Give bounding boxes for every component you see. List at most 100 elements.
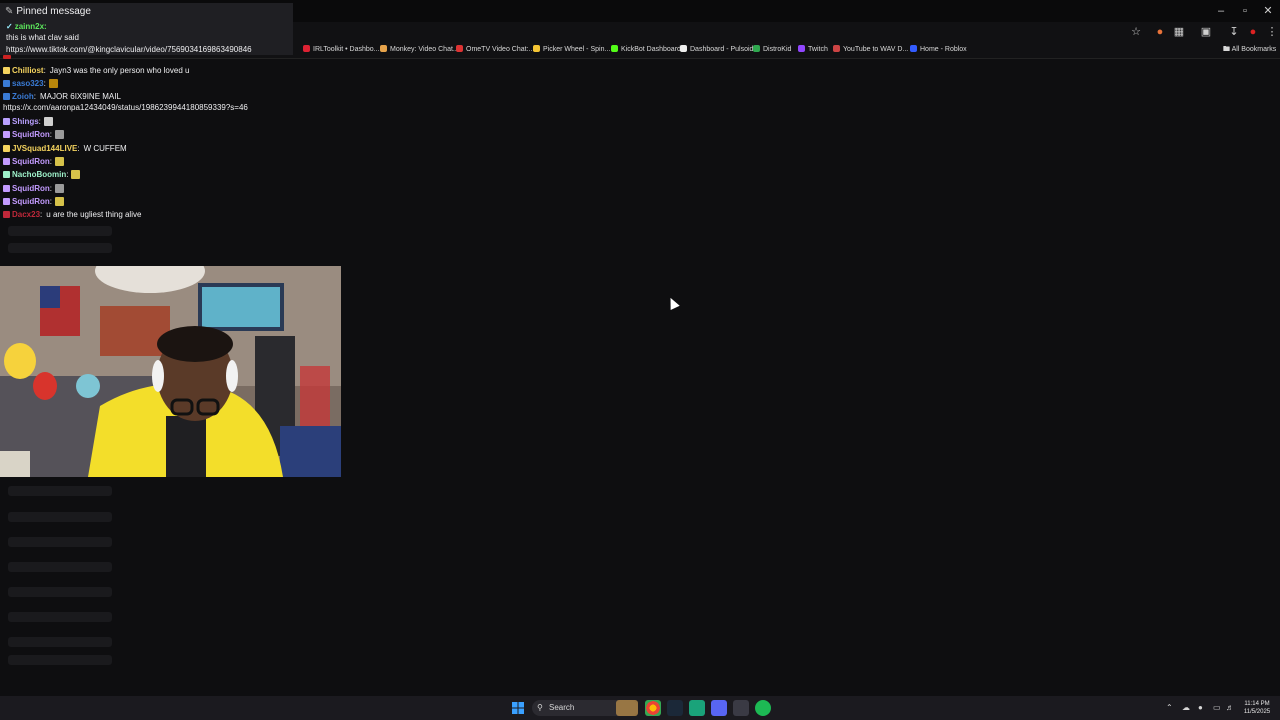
bookmark-label: KickBot Dashboard	[621, 46, 681, 53]
chat-username[interactable]: SquidRon	[12, 130, 50, 139]
chat-message: Zoioh: MAJOR 6IX9INE MAIL	[3, 91, 121, 102]
chat-separator: :	[49, 157, 53, 166]
bookmark-favicon-icon	[910, 45, 917, 52]
bookmark-favicon-icon	[533, 45, 540, 52]
windows-logo-icon[interactable]	[510, 700, 526, 716]
bookmark-item[interactable]: Picker Wheel - Spin...	[533, 44, 610, 56]
chat-separator: :	[38, 117, 41, 126]
bookmark-label: YouTube to WAV D...	[843, 46, 909, 53]
chat-username[interactable]: SquidRon	[12, 197, 50, 206]
bookmark-label: OmeTV Video Chat:...	[466, 46, 535, 53]
taskbar	[0, 696, 1280, 720]
cast-icon[interactable]: ▣	[1198, 24, 1214, 40]
bookmark-label: Dashboard - Pulsoid	[690, 46, 754, 53]
clock-time: 11:14 PM	[1244, 701, 1270, 707]
emote-icon	[55, 130, 65, 139]
chat-badge-icon	[3, 118, 10, 125]
bookmark-label: DistroKid	[763, 46, 792, 53]
search-highlight-image	[616, 700, 638, 716]
bookmark-label: IRLToolkit • Dashbo...	[313, 46, 380, 53]
chevron-up-icon[interactable]: ⌃	[1166, 702, 1173, 714]
profile-icon[interactable]: ●	[1245, 24, 1261, 40]
chat-text[interactable]: https://x.com/aaronpa12434049/status/198…	[3, 103, 248, 112]
bookmark-favicon-icon	[680, 45, 687, 52]
display-icon[interactable]: ▭	[1213, 702, 1221, 714]
chat-separator: :	[49, 130, 53, 139]
chat-message: https://x.com/aaronpa12434049/status/198…	[3, 102, 248, 113]
chat-text: Jayn3 was the only person who loved u	[49, 66, 190, 75]
maximize-icon[interactable]: ▫	[1234, 3, 1256, 19]
spotify-icon[interactable]	[755, 700, 771, 716]
chat-username[interactable]: NachoBoomin	[12, 170, 66, 179]
download-icon[interactable]: ↧	[1226, 24, 1242, 40]
chat-badge-icon	[3, 80, 10, 87]
bookmark-item[interactable]: YouTube to WAV D...	[833, 44, 908, 56]
placeholder-row	[8, 562, 112, 572]
chat-username[interactable]: Zoioh	[12, 92, 34, 101]
discord-icon[interactable]	[711, 700, 727, 716]
system-clock[interactable]: 11:14 PM 11/5/2025	[1240, 700, 1274, 716]
pin-icon: ✎	[5, 6, 14, 17]
chat-username[interactable]: Shings	[12, 117, 39, 126]
bookmark-label: Picker Wheel - Spin...	[543, 46, 611, 53]
placeholder-row	[8, 655, 112, 665]
all-bookmarks-button[interactable]: 🖿 All Bookmarks	[1223, 44, 1276, 56]
chat-message: JVSquad144LIVE: W CUFFEM	[3, 143, 127, 154]
chat-username[interactable]: SquidRon	[12, 157, 50, 166]
chat-separator: :	[49, 197, 53, 206]
star-icon[interactable]: ☆	[1128, 24, 1144, 40]
chat-text: u are the ugliest thing alive	[46, 210, 142, 219]
chat-message: SquidRon:	[3, 156, 65, 167]
volume-icon[interactable]: ♬	[1226, 702, 1234, 714]
pinned-header: ✎ Pinned message	[5, 6, 91, 17]
bookmark-label: Monkey: Video Chat...	[390, 46, 459, 53]
placeholder-row	[8, 537, 112, 547]
app-icon-2[interactable]	[733, 700, 749, 716]
steam-icon[interactable]	[667, 700, 683, 716]
minimize-icon[interactable]: –	[1210, 3, 1232, 19]
chat-separator: :	[40, 210, 43, 219]
chat-text: MAJOR 6IX9INE MAIL	[40, 92, 121, 101]
pinned-username[interactable]: ✓ zainn2x:	[6, 22, 47, 31]
chat-separator: :	[43, 79, 46, 88]
chat-username[interactable]: saso323	[12, 79, 44, 88]
chat-separator: :	[66, 170, 69, 179]
bookmark-favicon-icon	[456, 45, 463, 52]
webcam-feed	[0, 266, 341, 477]
chat-username[interactable]: Dacx23	[12, 210, 40, 219]
chat-message: SquidRon:	[3, 196, 65, 207]
bookmark-favicon-icon	[380, 45, 387, 52]
bookmark-item[interactable]: OmeTV Video Chat:...	[456, 44, 534, 56]
mic-icon[interactable]: ●	[1198, 702, 1203, 714]
bookmark-item[interactable]: Monkey: Video Chat...	[380, 44, 459, 56]
bookmark-favicon-icon	[611, 45, 618, 52]
menu-icon[interactable]: ⋮	[1264, 24, 1280, 40]
placeholder-row	[8, 243, 112, 253]
chat-username[interactable]: SquidRon	[12, 184, 50, 193]
chat-message: Dacx23: u are the ugliest thing alive	[3, 209, 141, 220]
bookmark-item[interactable]: IRLToolkit • Dashbo...	[303, 44, 380, 56]
chat-message: saso323:	[3, 78, 58, 89]
chat-badge-icon	[3, 198, 10, 205]
chrome-icon[interactable]	[645, 700, 661, 716]
chat-username[interactable]: Chilliost	[12, 66, 44, 75]
chat-text: W CUFFEM	[83, 144, 127, 153]
chat-username[interactable]: JVSquad144LIVE	[12, 144, 77, 153]
pinned-message: ✎ Pinned message ✓ zainn2x: this is what c…	[0, 3, 293, 55]
bookmark-item[interactable]: DistroKid	[753, 44, 791, 56]
puzzle-icon[interactable]: ▦	[1171, 24, 1187, 40]
bookmark-item[interactable]: KickBot Dashboard	[611, 44, 681, 56]
emote-icon	[48, 79, 58, 88]
bookmark-item[interactable]: Dashboard - Pulsoid	[680, 44, 753, 56]
cloud-icon[interactable]: ☁	[1182, 702, 1190, 714]
extension-icon[interactable]: ●	[1152, 24, 1168, 40]
chat-badge-icon	[3, 93, 10, 100]
app-icon[interactable]	[689, 700, 705, 716]
close-icon[interactable]: ✕	[1257, 3, 1279, 19]
chat-separator: :	[43, 66, 46, 75]
bookmark-item[interactable]: Twitch	[798, 44, 828, 56]
bookmark-item[interactable]: Home - Roblox	[910, 44, 967, 56]
emote-icon	[71, 170, 81, 179]
bookmark-favicon-icon	[303, 45, 310, 52]
pinned-link[interactable]: https://www.tiktok.com/@kingclavicular/v…	[6, 45, 252, 54]
